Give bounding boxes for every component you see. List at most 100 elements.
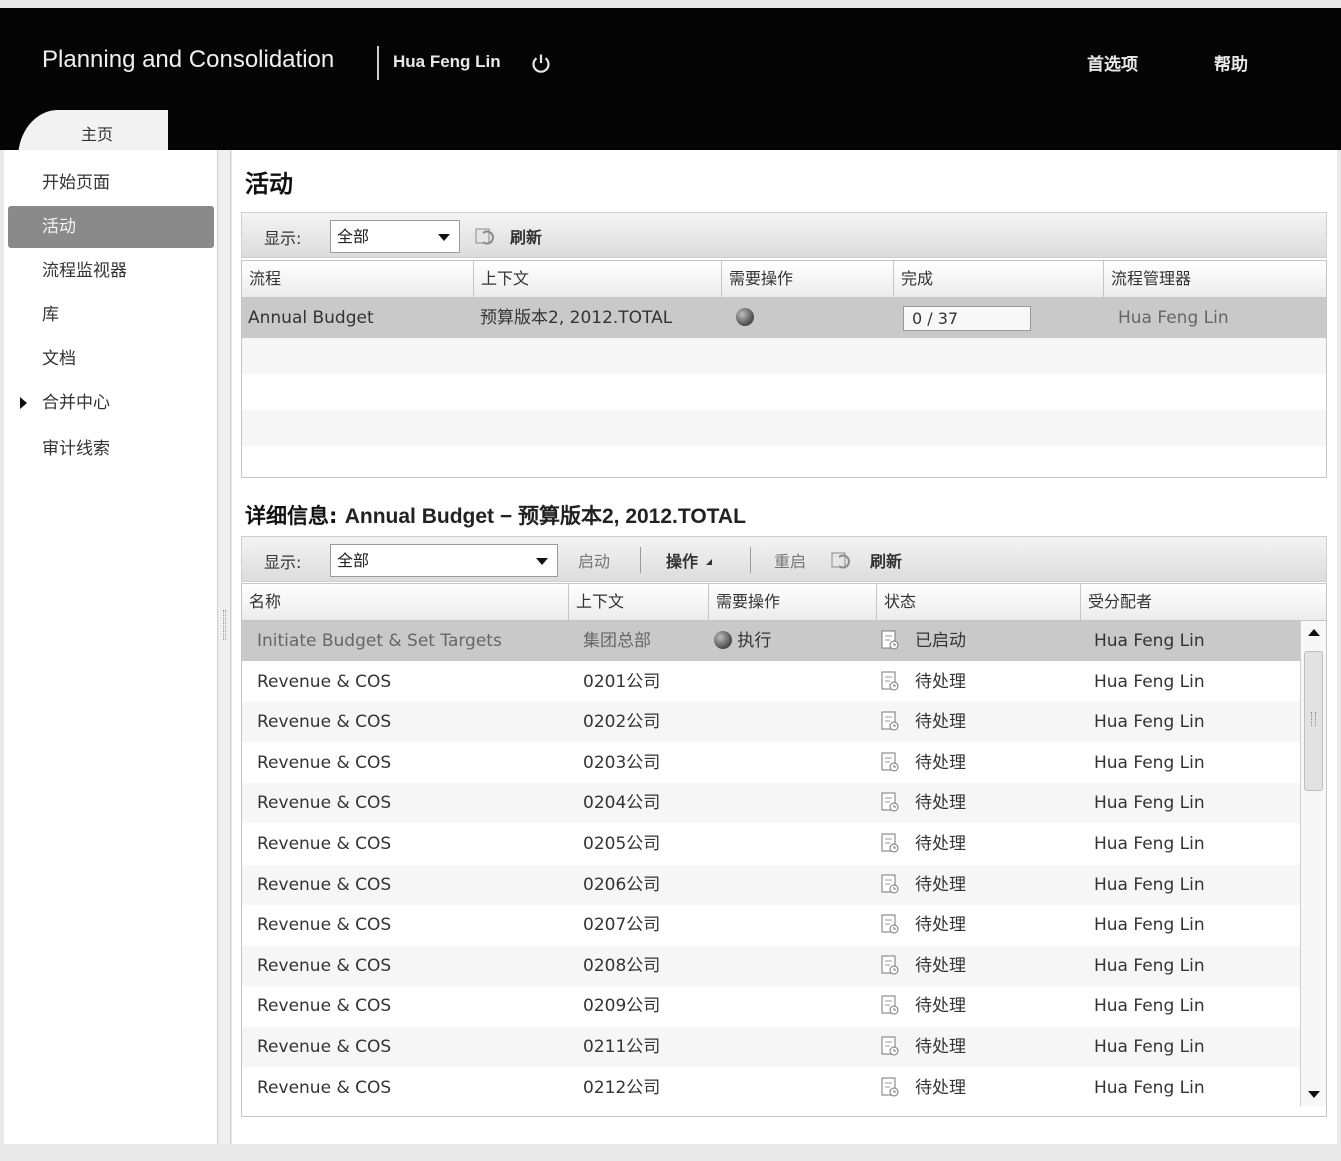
status-cell: 待处理 bbox=[881, 662, 966, 702]
status-cell: 待处理 bbox=[881, 865, 966, 905]
status-cell: 待处理 bbox=[881, 743, 966, 783]
column-header-process-manager[interactable]: 流程管理器 bbox=[1104, 261, 1328, 298]
sidebar-item-consolidation-center[interactable]: 合并中心 bbox=[8, 382, 214, 424]
panel-splitter[interactable] bbox=[219, 150, 231, 1144]
column-header-context[interactable]: 上下文 bbox=[569, 584, 709, 621]
status-cell: 待处理 bbox=[881, 905, 966, 945]
sidebar-item-documents[interactable]: 文档 bbox=[8, 338, 214, 380]
context-cell: 0208公司 bbox=[583, 955, 661, 976]
empty-row bbox=[242, 374, 1326, 410]
expand-arrow-icon[interactable] bbox=[20, 397, 27, 409]
table-row[interactable]: Revenue & COS 0208公司 待处理 Hua Feng Lin bbox=[242, 945, 1300, 986]
task-name-cell: Revenue & COS bbox=[257, 671, 392, 692]
context-cell: 0201公司 bbox=[583, 671, 661, 692]
sidebar-item-process-monitor[interactable]: 流程监视器 bbox=[8, 250, 214, 292]
sidebar-item-activities[interactable]: 活动 bbox=[8, 206, 214, 248]
table-row[interactable]: Revenue & COS 0203公司 待处理 Hua Feng Lin bbox=[242, 743, 1300, 783]
details-title-context: Annual Budget − 预算版本2, 2012.TOTAL bbox=[344, 505, 746, 528]
chevron-down-icon bbox=[536, 558, 548, 565]
sidebar-item-library[interactable]: 库 bbox=[8, 294, 214, 336]
refresh-button[interactable]: 刷新 bbox=[510, 224, 542, 248]
status-label: 待处理 bbox=[915, 752, 966, 773]
caret-up-icon bbox=[705, 559, 712, 565]
chevron-down-icon bbox=[438, 234, 450, 241]
task-document-icon bbox=[881, 995, 899, 1015]
status-cell: 待处理 bbox=[881, 1027, 966, 1067]
assignee-cell: Hua Feng Lin bbox=[1094, 955, 1205, 976]
preferences-link[interactable]: 首选项 bbox=[1087, 50, 1138, 75]
table-row[interactable]: Revenue & COS 0202公司 待处理 Hua Feng Lin bbox=[242, 702, 1300, 743]
assignee-cell: Hua Feng Lin bbox=[1094, 1037, 1205, 1057]
actions-menu-button[interactable]: 操作 bbox=[666, 548, 714, 572]
table-header: 流程 上下文 需要操作 完成 流程管理器 bbox=[242, 261, 1326, 298]
table-row[interactable]: Revenue & COS 0206公司 待处理 Hua Feng Lin bbox=[242, 864, 1300, 905]
table-row[interactable]: Revenue & COS 0209公司 待处理 Hua Feng Lin bbox=[242, 986, 1300, 1026]
column-header-assignee[interactable]: 受分配者 bbox=[1081, 584, 1328, 621]
status-label: 待处理 bbox=[915, 874, 966, 895]
assignee-cell: Hua Feng Lin bbox=[1094, 631, 1205, 651]
scroll-thumb[interactable] bbox=[1304, 651, 1323, 791]
reopen-button[interactable]: 重启 bbox=[774, 548, 806, 572]
scroll-down-arrow-icon[interactable] bbox=[1308, 1091, 1320, 1098]
column-header-status[interactable]: 状态 bbox=[877, 584, 1081, 621]
task-document-icon bbox=[881, 792, 899, 812]
column-header-action-required[interactable]: 需要操作 bbox=[709, 584, 877, 621]
sidebar: 开始页面 活动 流程监视器 库 文档 合并中心 审计线索 bbox=[4, 150, 218, 1144]
task-document-icon bbox=[881, 914, 899, 934]
context-cell: 0204公司 bbox=[583, 793, 661, 814]
table-row[interactable]: Revenue & COS 0204公司 待处理 Hua Feng Lin bbox=[242, 783, 1300, 824]
show-filter-value: 全部 bbox=[337, 551, 370, 570]
process-cell: Annual Budget bbox=[248, 308, 374, 328]
assignee-cell: Hua Feng Lin bbox=[1094, 1077, 1205, 1098]
show-filter-select[interactable]: 全部 bbox=[330, 220, 460, 253]
context-cell: 0202公司 bbox=[583, 712, 661, 733]
column-header-process[interactable]: 流程 bbox=[242, 261, 474, 298]
sidebar-item-label: 合并中心 bbox=[42, 393, 110, 413]
column-header-context[interactable]: 上下文 bbox=[474, 261, 722, 298]
assignee-cell: Hua Feng Lin bbox=[1094, 752, 1205, 773]
status-label: 待处理 bbox=[915, 671, 966, 692]
status-label: 待处理 bbox=[915, 1077, 966, 1098]
task-name-cell: Revenue & COS bbox=[257, 1037, 392, 1057]
app-title: Planning and Consolidation bbox=[42, 46, 335, 73]
sidebar-item-start-page[interactable]: 开始页面 bbox=[8, 162, 214, 204]
table-row[interactable]: Revenue & COS 0211公司 待处理 Hua Feng Lin bbox=[242, 1027, 1300, 1067]
refresh-icon[interactable] bbox=[474, 225, 498, 247]
start-button[interactable]: 启动 bbox=[578, 548, 610, 572]
column-header-name[interactable]: 名称 bbox=[242, 584, 569, 621]
status-cell: 待处理 bbox=[881, 702, 966, 742]
show-label: 显示: bbox=[264, 553, 302, 572]
action-cell[interactable]: 执行 bbox=[714, 621, 771, 661]
column-header-action-required[interactable]: 需要操作 bbox=[722, 261, 894, 298]
help-link[interactable]: 帮助 bbox=[1214, 50, 1248, 75]
scroll-up-arrow-icon[interactable] bbox=[1308, 629, 1320, 636]
sidebar-item-audit-trail[interactable]: 审计线索 bbox=[8, 428, 214, 470]
power-icon[interactable] bbox=[530, 52, 552, 74]
context-cell: 集团总部 bbox=[583, 631, 651, 651]
task-name-cell: Revenue & COS bbox=[257, 752, 392, 773]
table-row[interactable]: Revenue & COS 0205公司 待处理 Hua Feng Lin bbox=[242, 824, 1300, 864]
task-name-cell: Revenue & COS bbox=[257, 712, 392, 733]
table-row[interactable]: Annual Budget 预算版本2, 2012.TOTAL 0 / 37 H… bbox=[242, 298, 1326, 338]
task-document-icon bbox=[881, 752, 899, 772]
status-cell: 待处理 bbox=[881, 783, 966, 823]
details-show-filter-select[interactable]: 全部 bbox=[330, 544, 558, 577]
table-row[interactable]: Revenue & COS 0201公司 待处理 Hua Feng Lin bbox=[242, 662, 1300, 702]
refresh-button[interactable]: 刷新 bbox=[870, 548, 902, 572]
action-cell[interactable] bbox=[736, 298, 754, 338]
toolbar-divider bbox=[640, 547, 641, 573]
assignee-cell: Hua Feng Lin bbox=[1094, 834, 1205, 854]
status-label: 待处理 bbox=[915, 915, 966, 936]
status-cell: 待处理 bbox=[881, 986, 966, 1026]
task-document-icon bbox=[881, 630, 899, 650]
column-header-completion[interactable]: 完成 bbox=[894, 261, 1104, 298]
manager-cell: Hua Feng Lin bbox=[1118, 308, 1229, 328]
vertical-scrollbar[interactable] bbox=[1300, 621, 1326, 1106]
refresh-icon[interactable] bbox=[830, 549, 854, 571]
show-label: 显示: bbox=[264, 229, 302, 248]
table-row[interactable]: Initiate Budget & Set Targets 集团总部 执行 已启动 H… bbox=[242, 621, 1300, 661]
table-row[interactable]: Revenue & COS 0212公司 待处理 Hua Feng Lin bbox=[242, 1068, 1300, 1108]
context-cell: 0209公司 bbox=[583, 996, 661, 1017]
table-row[interactable]: Revenue & COS 0207公司 待处理 Hua Feng Lin bbox=[242, 905, 1300, 945]
task-name-cell: Revenue & COS bbox=[257, 834, 392, 854]
